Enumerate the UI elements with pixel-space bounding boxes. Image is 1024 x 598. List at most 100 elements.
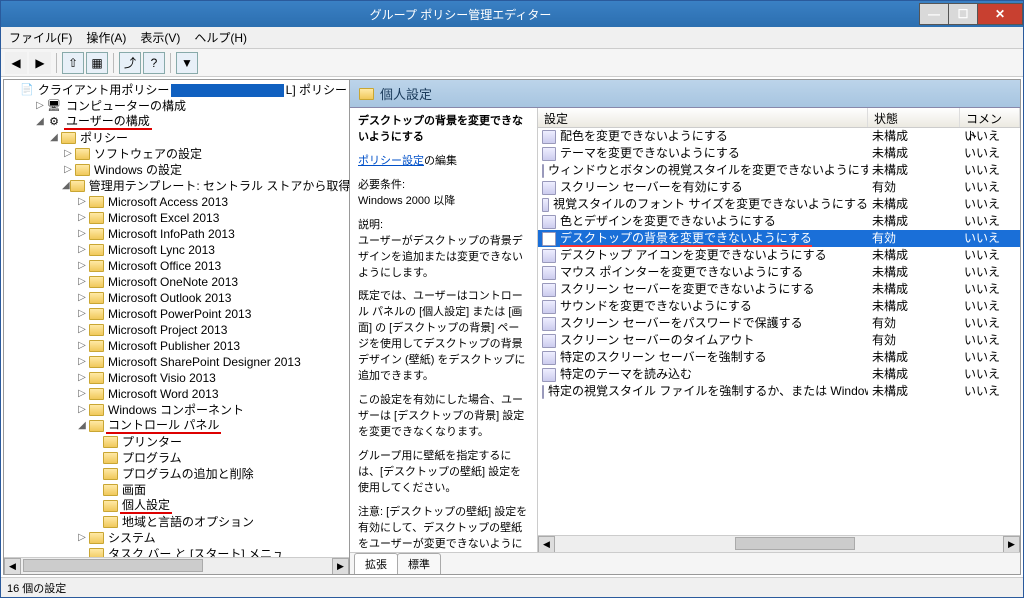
- scroll-left-button[interactable]: ◀: [4, 558, 21, 575]
- status-bar: 16 個の設定: [1, 577, 1023, 597]
- policy-row[interactable]: 視覚スタイルのフォント サイズを変更できないようにする未構成いいえ: [538, 196, 1020, 213]
- policy-tree[interactable]: クライアント用ポリシーL] ポリシー ▷コンピューターの構成 ◢ユーザーの構成 …: [4, 80, 349, 557]
- tree-app-11[interactable]: ▷Microsoft Visio 2013: [6, 370, 349, 386]
- tree-app-3[interactable]: ▷Microsoft Lync 2013: [6, 242, 349, 258]
- filter-button[interactable]: ▼: [176, 52, 198, 74]
- tree-app-7[interactable]: ▷Microsoft PowerPoint 2013: [6, 306, 349, 322]
- policy-row[interactable]: スクリーン セーバーのタイムアウト有効いいえ: [538, 332, 1020, 349]
- tree-taskbar[interactable]: タスク バー と [スタート] メニュ: [6, 546, 349, 557]
- col-comment[interactable]: コメント: [960, 108, 1020, 127]
- tree-app-10[interactable]: ▷Microsoft SharePoint Designer 2013: [6, 354, 349, 370]
- tree-cp-item-3[interactable]: 画面: [6, 482, 349, 498]
- policy-row[interactable]: デスクトップ アイコンを変更できないようにする未構成いいえ: [538, 247, 1020, 264]
- folder-icon: [70, 179, 85, 193]
- tree-app-0[interactable]: ▷Microsoft Access 2013: [6, 194, 349, 210]
- policy-row[interactable]: 特定の視覚スタイル ファイルを強制するか、または Windows...未構成いい…: [538, 383, 1020, 400]
- policy-row[interactable]: スクリーン セーバーをパスワードで保護する有効いいえ: [538, 315, 1020, 332]
- tab-extended[interactable]: 拡張: [354, 553, 398, 574]
- tree-control-panel[interactable]: ◢コントロール パネル: [6, 418, 349, 434]
- computer-icon: [46, 99, 62, 113]
- forward-button[interactable]: ▶: [29, 52, 51, 74]
- row-setting: デスクトップの背景を変更できないようにする: [560, 230, 812, 247]
- policy-row[interactable]: 配色を変更できないようにする未構成いいえ: [538, 128, 1020, 145]
- col-state[interactable]: 状態: [868, 108, 960, 127]
- folder-icon: [102, 483, 118, 497]
- close-button[interactable]: ✕: [977, 3, 1023, 25]
- tree-computer-config[interactable]: ▷コンピューターの構成: [6, 98, 349, 114]
- tree-root[interactable]: クライアント用ポリシーL] ポリシー: [6, 82, 349, 98]
- policy-row[interactable]: テーマを変更できないようにする未構成いいえ: [538, 145, 1020, 162]
- tree-policies[interactable]: ◢ポリシー: [6, 130, 349, 146]
- tree-system[interactable]: ▷システム: [6, 530, 349, 546]
- menu-view[interactable]: 表示(V): [140, 29, 180, 46]
- policy-row[interactable]: 色とデザインを変更できないようにする未構成いいえ: [538, 213, 1020, 230]
- tree-app-4[interactable]: ▷Microsoft Office 2013: [6, 258, 349, 274]
- policy-row[interactable]: 特定のテーマを読み込む未構成いいえ: [538, 366, 1020, 383]
- list-hscroll[interactable]: ◀ ▶: [538, 535, 1020, 552]
- right-pane: 個人設定 デスクトップの背景を変更できないようにする ポリシー設定の編集 必要条…: [350, 80, 1020, 574]
- maximize-button[interactable]: ☐: [948, 3, 978, 25]
- row-state: 有効: [868, 230, 960, 247]
- tree-app-2[interactable]: ▷Microsoft InfoPath 2013: [6, 226, 349, 242]
- policy-row[interactable]: 特定のスクリーン セーバーを強制する未構成いいえ: [538, 349, 1020, 366]
- scroll-right-button[interactable]: ▶: [332, 558, 349, 575]
- main-area: クライアント用ポリシーL] ポリシー ▷コンピューターの構成 ◢ユーザーの構成 …: [3, 79, 1021, 575]
- folder-icon: [88, 531, 104, 545]
- tree-app-9[interactable]: ▷Microsoft Publisher 2013: [6, 338, 349, 354]
- back-button[interactable]: ◀: [5, 52, 27, 74]
- row-comment: いいえ: [960, 162, 1020, 179]
- edit-policy-link[interactable]: ポリシー設定: [358, 155, 424, 167]
- scroll-track[interactable]: [555, 536, 1003, 552]
- tree-app-12[interactable]: ▷Microsoft Word 2013: [6, 386, 349, 402]
- user-icon: [46, 115, 62, 129]
- window-buttons: — ☐ ✕: [920, 3, 1023, 25]
- row-setting: デスクトップ アイコンを変更できないようにする: [560, 247, 827, 264]
- minimize-button[interactable]: —: [919, 3, 949, 25]
- export-button[interactable]: ⤴: [119, 52, 141, 74]
- row-comment: いいえ: [960, 366, 1020, 383]
- policy-item-icon: [542, 368, 556, 382]
- scroll-left-button[interactable]: ◀: [538, 536, 555, 552]
- tree-cp-item-1[interactable]: プログラム: [6, 450, 349, 466]
- tree-software[interactable]: ▷ソフトウェアの設定: [6, 146, 349, 162]
- policy-row[interactable]: マウス ポインターを変更できないようにする未構成いいえ: [538, 264, 1020, 281]
- toolbar: ◀ ▶ ⇧ ▦ ⤴ ? ▼: [1, 49, 1023, 77]
- tree-app-6[interactable]: ▷Microsoft Outlook 2013: [6, 290, 349, 306]
- policy-row[interactable]: スクリーン セーバーを有効にする有効いいえ: [538, 179, 1020, 196]
- policy-item-icon: [542, 164, 544, 178]
- scroll-track[interactable]: [21, 558, 332, 574]
- tree-cp-item-2[interactable]: プログラムの追加と削除: [6, 466, 349, 482]
- scroll-thumb[interactable]: [735, 537, 855, 550]
- tree-app-13[interactable]: ▷Windows コンポーネント: [6, 402, 349, 418]
- tree-app-5[interactable]: ▷Microsoft OneNote 2013: [6, 274, 349, 290]
- policy-row[interactable]: デスクトップの背景を変更できないようにする有効いいえ: [538, 230, 1020, 247]
- policy-item-icon: [542, 317, 556, 331]
- policy-row[interactable]: サウンドを変更できないようにする未構成いいえ: [538, 298, 1020, 315]
- policy-row[interactable]: ウィンドウとボタンの視覚スタイルを変更できないようにする未構成いいえ: [538, 162, 1020, 179]
- tree-hscroll[interactable]: ◀ ▶: [4, 557, 349, 574]
- scroll-right-button[interactable]: ▶: [1003, 536, 1020, 552]
- tree-cp-item-4[interactable]: 個人設定: [6, 498, 349, 514]
- show-hide-tree-button[interactable]: ▦: [86, 52, 108, 74]
- tree-cp-item-5[interactable]: 地域と言語のオプション: [6, 514, 349, 530]
- tree-app-1[interactable]: ▷Microsoft Excel 2013: [6, 210, 349, 226]
- tree-app-8[interactable]: ▷Microsoft Project 2013: [6, 322, 349, 338]
- policy-row[interactable]: スクリーン セーバーを変更できないようにする未構成いいえ: [538, 281, 1020, 298]
- menu-file[interactable]: ファイル(F): [9, 29, 72, 46]
- help-button[interactable]: ?: [143, 52, 165, 74]
- tab-standard[interactable]: 標準: [397, 553, 441, 574]
- up-button[interactable]: ⇧: [62, 52, 84, 74]
- scroll-thumb[interactable]: [23, 559, 203, 572]
- menu-help[interactable]: ヘルプ(H): [194, 29, 247, 46]
- tree-cp-item-0[interactable]: プリンター: [6, 434, 349, 450]
- row-comment: いいえ: [960, 349, 1020, 366]
- tree-windows[interactable]: ▷Windows の設定: [6, 162, 349, 178]
- col-setting[interactable]: 設定: [538, 108, 868, 127]
- tree-user-config[interactable]: ◢ユーザーの構成: [6, 114, 349, 130]
- folder-icon: [74, 163, 90, 177]
- policy-item-icon: [542, 351, 556, 365]
- folder-icon: [102, 467, 118, 481]
- policy-item-icon: [542, 249, 556, 263]
- menu-action[interactable]: 操作(A): [86, 29, 126, 46]
- tree-adm-templates[interactable]: ◢管理用テンプレート: セントラル ストアから取得したポリシー: [6, 178, 349, 194]
